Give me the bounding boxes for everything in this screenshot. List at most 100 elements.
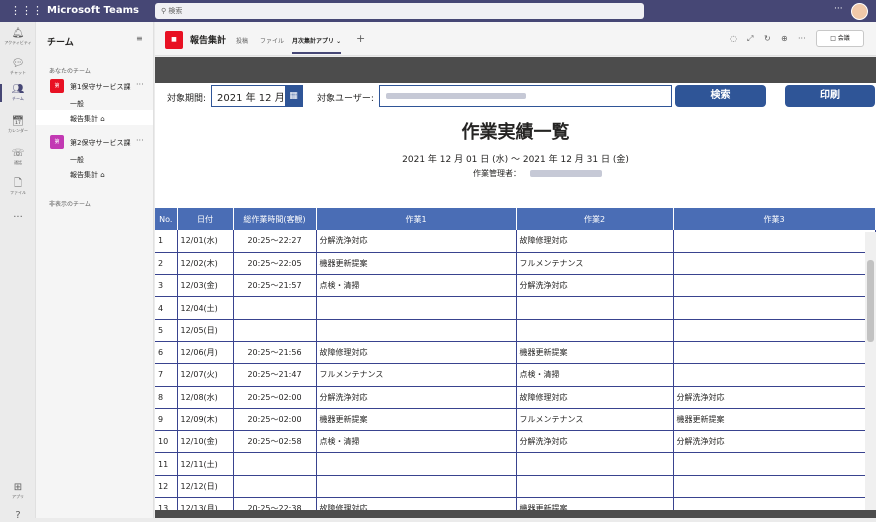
table-cell: 分解洗浄対応 bbox=[316, 386, 517, 409]
team-name[interactable]: 第2保守サービス課 bbox=[70, 138, 130, 148]
manager-label: 作業管理者： bbox=[473, 169, 521, 178]
channel-report[interactable]: 報告集計 ⌂ bbox=[70, 170, 105, 180]
table-row[interactable]: 10 12/10(金) 20:25～02:58 点検・清掃 分解洗浄対応 分解洗浄対応 bbox=[155, 430, 876, 454]
table-cell: 機器更新提案 bbox=[316, 252, 517, 276]
team-name[interactable]: 第1保守サービス課 bbox=[70, 82, 130, 92]
table-row[interactable]: 7 12/07(火) 20:25～21:47 フルメンテナンス 点検・清掃 bbox=[155, 363, 876, 387]
table-cell bbox=[673, 363, 876, 387]
rail-item-calendar[interactable]: 📅︎ カレンダー bbox=[0, 116, 36, 134]
search-box[interactable]: ⚲ 検索 bbox=[155, 3, 644, 19]
bottom-band bbox=[155, 510, 876, 518]
filter-icon[interactable]: ≡ bbox=[136, 34, 143, 43]
table-cell bbox=[673, 296, 876, 320]
table-cell: 12/11(土) bbox=[177, 452, 234, 476]
phone-icon: ☏ bbox=[11, 148, 25, 159]
table-row[interactable]: 12 12/12(日) bbox=[155, 475, 876, 499]
table-cell: 故障修理対応 bbox=[516, 386, 674, 409]
calendar-icon: 📅︎ bbox=[11, 116, 25, 127]
table-cell bbox=[316, 319, 517, 342]
table-cell bbox=[673, 497, 876, 510]
table-row[interactable]: 9 12/09(木) 20:25～02:00 機器更新提案 フルメンテナンス 機器更新提案 bbox=[155, 408, 876, 432]
table-cell: 1 bbox=[155, 230, 178, 253]
rail-item-teams[interactable]: 👥︎ チーム bbox=[0, 84, 36, 102]
table-cell bbox=[673, 475, 876, 499]
table-cell bbox=[673, 452, 876, 476]
table-row[interactable]: 6 12/06(月) 20:25～21:56 故障修理対応 機器更新提案 bbox=[155, 341, 876, 365]
rail-label: チャット bbox=[10, 70, 26, 75]
rail-item-bell[interactable]: 🔔︎ アクティビティ bbox=[0, 28, 36, 46]
tab-posts[interactable]: 投稿 bbox=[236, 36, 248, 45]
team-avatar: 第 bbox=[50, 79, 64, 93]
conversation-icon[interactable]: ◌ bbox=[730, 34, 737, 43]
table-cell: 20:25～21:57 bbox=[233, 274, 317, 298]
reload-icon[interactable]: ↻ bbox=[764, 34, 771, 43]
calendar-icon[interactable]: ▦ bbox=[285, 86, 302, 106]
table-cell: 11 bbox=[155, 452, 178, 476]
app-name: Microsoft Teams bbox=[47, 5, 139, 16]
table-cell: 12/10(金) bbox=[177, 430, 234, 454]
rail-item-chat[interactable]: 💬︎ チャット bbox=[0, 58, 36, 76]
table-cell: 20:25～22:27 bbox=[233, 230, 317, 253]
table-cell: 20:25～22:05 bbox=[233, 252, 317, 276]
table-cell: 13 bbox=[155, 497, 178, 510]
app-launcher-icon[interactable]: ⋮⋮⋮ bbox=[10, 4, 43, 17]
user-label: 対象ユーザー: bbox=[317, 94, 374, 104]
rail-item-help[interactable]: ? bbox=[0, 510, 36, 522]
globe-icon[interactable]: ⊕ bbox=[781, 34, 788, 43]
table-cell bbox=[673, 274, 876, 298]
rail-label: アプリ bbox=[12, 494, 24, 499]
rail-item-phone[interactable]: ☏ 通話 bbox=[0, 148, 36, 166]
table-cell: 分解洗浄対応 bbox=[516, 430, 674, 454]
channel-report[interactable]: 報告集計 ⌂ bbox=[70, 114, 105, 124]
more-icon[interactable]: ··· bbox=[798, 34, 806, 43]
rail-item-more[interactable]: ··· bbox=[0, 212, 36, 224]
avatar[interactable] bbox=[851, 3, 868, 20]
table-cell: 9 bbox=[155, 408, 178, 432]
table-row[interactable]: 5 12/05(日) bbox=[155, 319, 876, 342]
rail-item-apps[interactable]: ⊞ アプリ bbox=[0, 482, 36, 500]
team-more-icon[interactable]: ··· bbox=[136, 80, 144, 89]
scrollbar-thumb[interactable] bbox=[867, 260, 874, 342]
table-row[interactable]: 2 12/02(木) 20:25～22:05 機器更新提案 フルメンテナンス bbox=[155, 252, 876, 276]
table-row[interactable]: 1 12/01(水) 20:25～22:27 分解洗浄対応 故障修理対応 bbox=[155, 230, 876, 253]
add-tab-icon[interactable]: + bbox=[356, 32, 365, 45]
tab-files[interactable]: ファイル bbox=[260, 36, 284, 45]
team-more-icon[interactable]: ··· bbox=[136, 136, 144, 145]
team-icon: ■ bbox=[165, 31, 183, 49]
search-button[interactable]: 検索 bbox=[675, 85, 766, 107]
table-row[interactable]: 8 12/08(水) 20:25～02:00 分解洗浄対応 故障修理対応 分解洗浄対応 bbox=[155, 386, 876, 409]
table-cell bbox=[516, 475, 674, 499]
help-icon: ? bbox=[15, 510, 21, 521]
table-row[interactable]: 11 12/11(土) bbox=[155, 452, 876, 476]
channel-general[interactable]: 一般 bbox=[70, 155, 84, 165]
table-cell: 点検・清掃 bbox=[516, 363, 674, 387]
channel-title: 報告集計 bbox=[190, 36, 227, 46]
rail-label: カレンダー bbox=[8, 128, 28, 133]
hidden-teams-label[interactable]: 非表示のチーム bbox=[49, 199, 91, 208]
tab-monthly-app[interactable]: 月次集計アプリ ⌄ bbox=[292, 36, 342, 54]
table-cell: 機器更新提案 bbox=[516, 341, 674, 365]
table-cell: 12/02(木) bbox=[177, 252, 234, 276]
table-cell: 4 bbox=[155, 296, 178, 320]
table-row[interactable]: 4 12/04(土) bbox=[155, 296, 876, 320]
teams-icon: 👥︎ bbox=[11, 84, 25, 95]
work-table: No. 日付 総作業時間(客観) 作業1 作業2 作業3 1 12/01(水) 20:25～2… bbox=[155, 208, 876, 510]
table-cell: 機器更新提案 bbox=[316, 408, 517, 432]
vertical-scrollbar[interactable] bbox=[865, 232, 876, 510]
expand-icon[interactable]: ⤢ bbox=[747, 34, 753, 44]
meet-button[interactable]: □ 会議 bbox=[816, 30, 864, 47]
title-bar: ⋮⋮⋮ Microsoft Teams ⚲ 検索 ··· bbox=[0, 0, 876, 22]
column-header: 作業2 bbox=[516, 208, 674, 230]
table-cell bbox=[673, 341, 876, 365]
column-header: 日付 bbox=[177, 208, 234, 230]
table-cell: 3 bbox=[155, 274, 178, 298]
table-row[interactable]: 3 12/03(金) 20:25～21:57 点検・清掃 分解洗浄対応 bbox=[155, 274, 876, 298]
user-input[interactable] bbox=[379, 85, 672, 107]
table-cell: 20:25～22:38 bbox=[233, 497, 317, 510]
print-button[interactable]: 印刷 bbox=[785, 85, 875, 107]
rail-item-file[interactable]: 🗋 ファイル bbox=[0, 178, 36, 196]
rail-label: 通話 bbox=[14, 160, 22, 165]
settings-more-icon[interactable]: ··· bbox=[834, 4, 843, 14]
table-row[interactable]: 13 12/13(月) 20:25～22:38 故障修理対応 機器更新提案 bbox=[155, 497, 876, 510]
channel-general[interactable]: 一般 bbox=[70, 99, 84, 109]
